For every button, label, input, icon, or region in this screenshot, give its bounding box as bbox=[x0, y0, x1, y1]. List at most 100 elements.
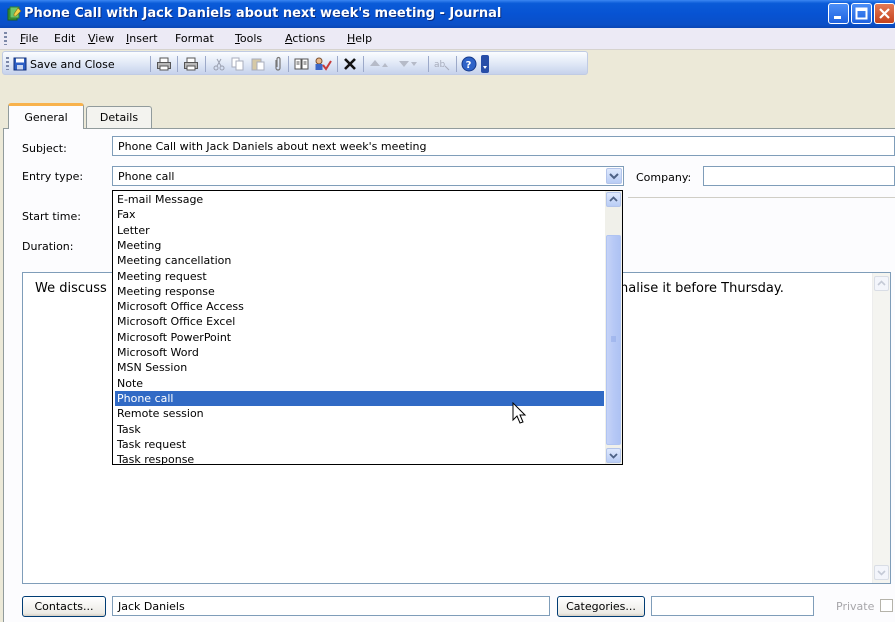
svg-text:?: ? bbox=[466, 60, 472, 71]
toolbar-separator bbox=[428, 56, 429, 72]
dropdown-option[interactable]: Fax bbox=[115, 207, 604, 222]
format-letters-icon: ab bbox=[434, 60, 450, 71]
menu-help[interactable]: Help bbox=[347, 32, 372, 45]
duration-label: Duration: bbox=[22, 240, 74, 253]
help-question-icon: ? bbox=[461, 56, 477, 72]
title-bar[interactable]: Phone Call with Jack Daniels about next … bbox=[0, 0, 895, 28]
categories-button[interactable]: Categories... bbox=[557, 596, 645, 617]
down-arrow-icon bbox=[399, 61, 417, 67]
entry-type-combobox[interactable]: Phone call bbox=[112, 166, 624, 186]
toolbar-grip[interactable] bbox=[6, 57, 9, 70]
toolbar-separator bbox=[456, 56, 457, 72]
dropdown-scroll-thumb[interactable] bbox=[606, 235, 621, 445]
dropdown-option[interactable]: Meeting request bbox=[115, 269, 604, 284]
dropdown-option[interactable]: Task bbox=[115, 422, 604, 437]
menu-grip[interactable] bbox=[4, 32, 7, 45]
subject-label: Subject: bbox=[22, 142, 67, 155]
journal-app-icon bbox=[7, 6, 22, 21]
dropdown-option[interactable]: Microsoft PowerPoint bbox=[115, 330, 604, 345]
menu-tools[interactable]: Tools bbox=[235, 32, 262, 45]
printer-icon bbox=[157, 57, 171, 71]
chevron-down-icon bbox=[609, 173, 619, 180]
mouse-pointer-icon bbox=[512, 402, 527, 424]
check-names-button[interactable] bbox=[314, 55, 332, 73]
menu-edit[interactable]: Edit bbox=[54, 32, 75, 45]
menu-format[interactable]: Format bbox=[175, 32, 214, 45]
toolbar-separator bbox=[205, 56, 206, 72]
dropdown-option[interactable]: MSN Session bbox=[115, 360, 604, 375]
menu-file[interactable]: File bbox=[20, 32, 38, 45]
contacts-button[interactable]: Contacts... bbox=[22, 596, 106, 617]
separator-line bbox=[628, 197, 895, 198]
toolbar-separator bbox=[177, 56, 178, 72]
toolbar-band: Save and Close ab ? bbox=[2, 51, 588, 75]
dropdown-option[interactable]: Phone call bbox=[115, 390, 604, 406]
toolbar-separator bbox=[288, 56, 289, 72]
print-button[interactable] bbox=[156, 55, 172, 73]
tab-general[interactable]: General bbox=[8, 103, 84, 129]
company-field[interactable] bbox=[703, 166, 895, 186]
menu-insert[interactable]: Insert bbox=[126, 32, 158, 45]
check-names-icon bbox=[315, 57, 332, 71]
window-title: Phone Call with Jack Daniels about next … bbox=[24, 6, 502, 21]
dropdown-scrollbar[interactable] bbox=[605, 191, 622, 464]
dropdown-option[interactable]: Meeting response bbox=[115, 284, 604, 299]
close-button[interactable] bbox=[874, 3, 895, 24]
private-checkbox[interactable] bbox=[880, 599, 893, 612]
minimize-button[interactable] bbox=[828, 3, 849, 24]
scroll-down-button[interactable] bbox=[874, 565, 889, 580]
minimize-icon bbox=[834, 16, 841, 19]
copy-icon bbox=[231, 57, 244, 71]
dropdown-option[interactable]: Task request bbox=[115, 437, 604, 452]
dropdown-option[interactable]: Meeting bbox=[115, 238, 604, 253]
dropdown-scroll-up-button[interactable] bbox=[606, 192, 621, 207]
body-vertical-scrollbar[interactable] bbox=[872, 273, 890, 583]
dropdown-option[interactable]: Meeting cancellation bbox=[115, 253, 604, 268]
tab-details[interactable]: Details bbox=[86, 106, 152, 128]
maximize-icon bbox=[855, 7, 868, 20]
body-text-end: nalise it before Thursday. bbox=[620, 281, 784, 296]
subject-field[interactable]: Phone Call with Jack Daniels about next … bbox=[112, 136, 895, 156]
entry-type-label: Entry type: bbox=[22, 170, 84, 183]
dropdown-option[interactable]: E-mail Message bbox=[115, 192, 604, 207]
dropdown-option[interactable]: Microsoft Office Access bbox=[115, 299, 604, 314]
copy-button[interactable] bbox=[231, 55, 245, 73]
chevron-up-icon bbox=[609, 196, 618, 202]
body-text-start: We discuss bbox=[35, 281, 107, 296]
dropdown-scroll-down-button[interactable] bbox=[606, 448, 621, 463]
previous-item-button[interactable] bbox=[369, 55, 393, 73]
dropdown-option[interactable]: Microsoft Office Excel bbox=[115, 314, 604, 329]
dropdown-option[interactable]: Note bbox=[115, 376, 604, 391]
menu-actions[interactable]: Actions bbox=[285, 32, 325, 45]
close-icon bbox=[879, 8, 890, 19]
delete-x-icon bbox=[344, 58, 356, 70]
paste-button[interactable] bbox=[251, 55, 265, 73]
entry-type-dropdown-list[interactable]: E-mail Message Fax Letter Meeting Meeting ca… bbox=[112, 190, 623, 465]
dropdown-option[interactable]: Task response bbox=[115, 452, 604, 464]
dropdown-option[interactable]: Microsoft Word bbox=[115, 345, 604, 360]
dropdown-option[interactable]: Letter bbox=[115, 223, 604, 238]
address-book-icon bbox=[294, 58, 309, 70]
address-book-button[interactable] bbox=[294, 55, 310, 73]
save-and-close-button[interactable]: Save and Close bbox=[13, 55, 115, 73]
dropdown-option[interactable]: Remote session bbox=[115, 406, 604, 421]
insert-file-button[interactable] bbox=[273, 55, 283, 73]
help-button[interactable]: ? bbox=[461, 55, 477, 73]
toolbar-options-button[interactable] bbox=[481, 55, 489, 73]
toolbar-separator bbox=[150, 56, 151, 72]
categories-field[interactable] bbox=[651, 596, 814, 616]
print-preview-button[interactable] bbox=[183, 55, 199, 73]
delete-button[interactable] bbox=[343, 55, 357, 73]
next-item-button[interactable] bbox=[398, 55, 422, 73]
contacts-field[interactable]: Jack Daniels bbox=[112, 596, 550, 616]
chevron-up-icon bbox=[877, 280, 886, 286]
private-label: Private bbox=[836, 600, 875, 613]
maximize-button[interactable] bbox=[851, 3, 872, 24]
company-label: Company: bbox=[636, 171, 692, 184]
entry-type-dropdown-button[interactable] bbox=[606, 168, 622, 184]
cut-button[interactable] bbox=[212, 55, 226, 73]
scroll-up-button[interactable] bbox=[874, 276, 889, 291]
format-button[interactable]: ab bbox=[433, 55, 451, 73]
chevron-down-icon bbox=[877, 570, 886, 576]
menu-view[interactable]: View bbox=[88, 32, 114, 45]
